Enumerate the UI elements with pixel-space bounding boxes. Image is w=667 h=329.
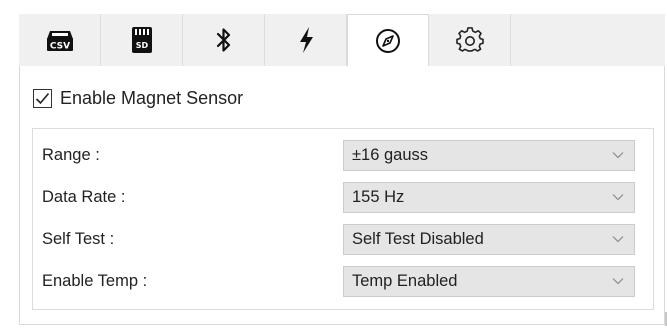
data-rate-label: Data Rate : [42, 188, 126, 206]
magnet-sensor-panel: Enable Magnet Sensor Range : ±16 gauss D… [19, 66, 665, 325]
checkmark-icon [35, 92, 50, 105]
self-test-select[interactable]: Self Test Disabled [343, 224, 635, 255]
enable-temp-row: Enable Temp : Temp Enabled [33, 265, 653, 297]
tab-bluetooth[interactable] [183, 14, 265, 66]
enable-temp-select[interactable]: Temp Enabled [343, 266, 635, 297]
csv-icon: CSV [45, 27, 75, 53]
chevron-down-icon [612, 236, 624, 243]
self-test-row: Self Test : Self Test Disabled [33, 223, 653, 255]
self-test-label: Self Test : [42, 230, 115, 248]
svg-text:SD: SD [135, 41, 148, 50]
data-rate-select-value: 155 Hz [352, 188, 405, 206]
chevron-down-icon [612, 278, 624, 285]
self-test-select-value: Self Test Disabled [352, 230, 484, 248]
tab-power[interactable] [265, 14, 347, 66]
sd-card-icon: SD [131, 26, 153, 54]
range-select[interactable]: ±16 gauss [343, 140, 635, 171]
range-label: Range : [42, 146, 100, 164]
enable-magnet-sensor-checkbox[interactable] [33, 89, 52, 108]
data-rate-select[interactable]: 155 Hz [343, 182, 635, 213]
range-select-value: ±16 gauss [352, 146, 429, 164]
tab-csv[interactable]: CSV [19, 14, 101, 66]
enable-temp-label: Enable Temp : [42, 272, 148, 290]
magnet-settings-group: Range : ±16 gauss Data Rate : 155 Hz Sel… [32, 128, 654, 310]
svg-text:CSV: CSV [49, 42, 69, 52]
tab-magnet[interactable] [347, 14, 429, 67]
tab-settings[interactable] [429, 14, 511, 66]
compass-icon [374, 27, 402, 55]
data-rate-row: Data Rate : 155 Hz [33, 181, 653, 213]
tab-bar: CSV SD [19, 14, 665, 67]
gear-icon [455, 26, 484, 54]
chevron-down-icon [612, 152, 624, 159]
enable-magnet-sensor-label: Enable Magnet Sensor [60, 88, 244, 108]
lightning-icon [297, 26, 315, 54]
enable-magnet-sensor-toggle[interactable]: Enable Magnet Sensor [33, 88, 243, 109]
enable-temp-select-value: Temp Enabled [352, 272, 458, 290]
chevron-down-icon [612, 194, 624, 201]
range-row: Range : ±16 gauss [33, 139, 653, 171]
bluetooth-icon [216, 27, 232, 53]
tab-sd-card[interactable]: SD [101, 14, 183, 66]
